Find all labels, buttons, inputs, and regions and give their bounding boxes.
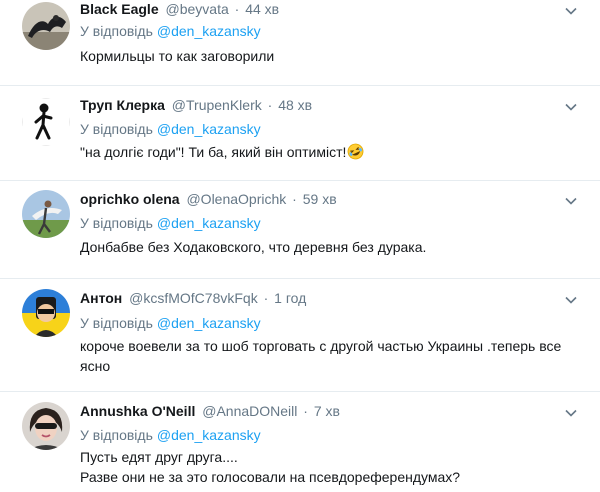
mention-link[interactable]: @den_kazansky (157, 23, 261, 39)
user-handle[interactable]: @beyvata (166, 1, 229, 17)
avatar-image-icon (22, 289, 70, 337)
separator-dot: · (234, 1, 240, 17)
avatar-image-icon (22, 402, 70, 450)
reply-prefix: У відповідь (80, 121, 153, 137)
tweet-text-line: Кормильцы то как заговорили (80, 48, 275, 64)
separator-dot: · (303, 403, 308, 419)
reply-feed: Black Eagle @beyvata · 44 хв У відповідь… (0, 0, 600, 488)
chevron-down-icon[interactable] (564, 406, 578, 420)
chevron-down-icon[interactable] (564, 100, 578, 114)
avatar[interactable] (22, 2, 70, 50)
separator-dot: · (292, 191, 297, 207)
tweet-header: oprichko olena @OlenaOprichk · 59 хв (80, 190, 337, 208)
chevron-down-icon[interactable] (564, 4, 578, 18)
tweet[interactable]: oprichko olena @OlenaOprichk · 59 хв У в… (0, 181, 600, 279)
tweet-text: короче воевели за то шоб торговать с дру… (80, 336, 580, 376)
reply-context: У відповідь @den_kazansky (80, 214, 261, 232)
tweet[interactable]: Труп Клерка @TrupenKlerk · 48 хв У відпо… (0, 86, 600, 181)
tweet-text: Донбабве без Ходаковского, что деревня б… (80, 237, 580, 257)
reply-prefix: У відповідь (80, 427, 153, 443)
avatar-image-icon (22, 98, 70, 146)
tweet-text-line: Донбабве без Ходаковского, что деревня б… (80, 239, 427, 255)
reply-context: У відповідь @den_kazansky (80, 22, 261, 40)
tweet-text: Пусть едят друг друга.... Разве они не з… (80, 447, 580, 487)
tweet[interactable]: Антон @kcsfMOfC78vkFqk · 1 год У відпові… (0, 279, 600, 392)
timestamp[interactable]: 59 хв (303, 191, 337, 207)
tweet-header: Black Eagle @beyvata · 44 хв (80, 0, 279, 18)
user-handle[interactable]: @kcsfMOfC78vkFqk (129, 290, 258, 306)
display-name[interactable]: oprichko olena (80, 191, 180, 207)
reply-prefix: У відповідь (80, 23, 153, 39)
reply-context: У відповідь @den_kazansky (80, 314, 261, 332)
separator-dot: · (267, 97, 273, 113)
user-handle[interactable]: @OlenaOprichk (186, 191, 286, 207)
tweet[interactable]: Black Eagle @beyvata · 44 хв У відповідь… (0, 0, 600, 86)
timestamp[interactable]: 1 год (274, 290, 306, 306)
mention-link[interactable]: @den_kazansky (157, 427, 261, 443)
user-handle[interactable]: @TrupenKlerk (172, 97, 262, 113)
avatar[interactable] (22, 98, 70, 146)
timestamp[interactable]: 44 хв (245, 1, 279, 17)
timestamp[interactable]: 7 хв (314, 403, 340, 419)
tweet-text-line: короче воевели за то шоб торговать с дру… (80, 338, 562, 354)
mention-link[interactable]: @den_kazansky (157, 215, 261, 231)
tweet-header: Annushka O'Neill @AnnaDONeill · 7 хв (80, 402, 340, 420)
reply-context: У відповідь @den_kazansky (80, 426, 261, 444)
mention-link[interactable]: @den_kazansky (157, 121, 261, 137)
display-name[interactable]: Антон (80, 290, 122, 306)
tweet-header: Труп Клерка @TrupenKlerk · 48 хв (80, 96, 312, 114)
tweet-text-line: ясно (80, 358, 111, 374)
chevron-down-icon[interactable] (564, 194, 578, 208)
reply-prefix: У відповідь (80, 215, 153, 231)
display-name[interactable]: Труп Клерка (80, 97, 165, 113)
avatar-image-icon (22, 2, 70, 50)
avatar[interactable] (22, 190, 70, 238)
separator-dot: · (263, 290, 269, 306)
reply-prefix: У відповідь (80, 315, 153, 331)
display-name[interactable]: Black Eagle (80, 1, 159, 17)
avatar-image-icon (22, 190, 70, 238)
rolling-on-floor-laughing-emoji-icon (347, 143, 364, 160)
tweet-text: Кормильцы то как заговорили (80, 46, 580, 66)
avatar[interactable] (22, 402, 70, 450)
chevron-down-icon[interactable] (564, 293, 578, 307)
tweet-text-content: "на долгіє годи"! Ти ба, який він оптимі… (80, 144, 347, 160)
timestamp[interactable]: 48 хв (278, 97, 312, 113)
reply-context: У відповідь @den_kazansky (80, 120, 261, 138)
display-name[interactable]: Annushka O'Neill (80, 403, 195, 419)
tweet-text-line: Разве они не за это голосовали на псевдо… (80, 469, 461, 485)
tweet-text-line: Пусть едят друг друга.... (80, 449, 238, 465)
tweet-text: "на долгіє годи"! Ти ба, який він оптимі… (80, 142, 580, 162)
user-handle[interactable]: @AnnaDONeill (202, 403, 297, 419)
tweet[interactable]: Annushka O'Neill @AnnaDONeill · 7 хв У в… (0, 392, 600, 492)
tweet-text-line: "на долгіє годи"! Ти ба, який він оптимі… (80, 142, 580, 162)
avatar[interactable] (22, 289, 70, 337)
tweet-header: Антон @kcsfMOfC78vkFqk · 1 год (80, 289, 306, 307)
mention-link[interactable]: @den_kazansky (157, 315, 261, 331)
